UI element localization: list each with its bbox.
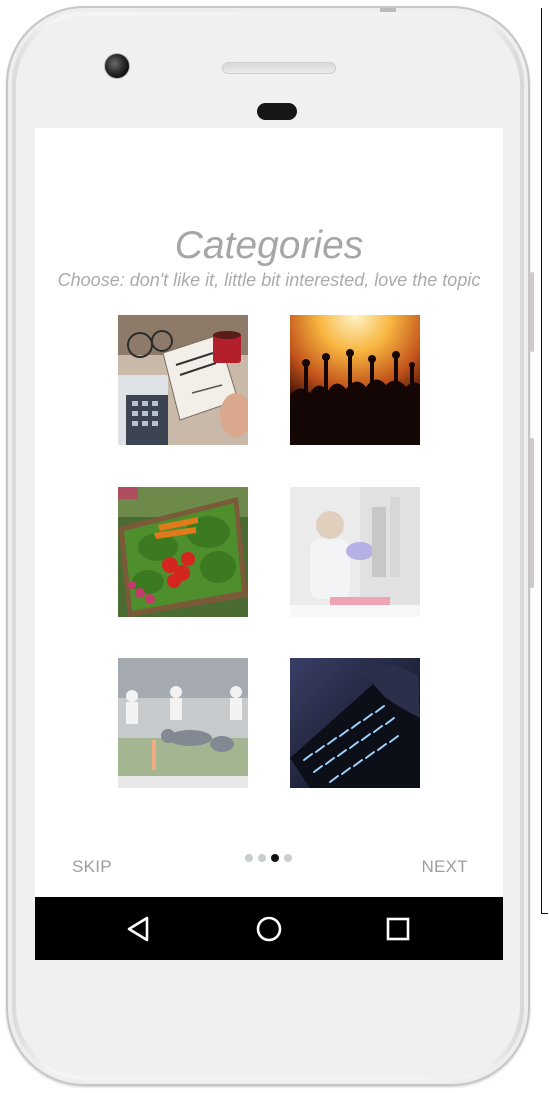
page-dot-4: [284, 854, 292, 862]
page-title: Categories: [174, 224, 364, 267]
top-edge-detail: [380, 8, 396, 12]
vegetables-image: [118, 487, 248, 617]
android-navigation-bar: [35, 897, 503, 960]
category-tile-science[interactable]: [290, 487, 420, 617]
recents-square-icon[interactable]: [382, 913, 414, 945]
page-dot-2: [258, 854, 266, 862]
power-button: [530, 438, 534, 588]
category-tile-concert[interactable]: [290, 315, 420, 445]
home-circle-icon[interactable]: [253, 913, 285, 945]
page-dot-3: [271, 854, 279, 862]
next-button[interactable]: NEXT: [421, 857, 468, 877]
category-tile-sports[interactable]: [118, 658, 248, 788]
page-dot-1: [245, 854, 253, 862]
skip-button[interactable]: SKIP: [72, 857, 112, 877]
app-screen: Categories Choose: don't like it, little…: [35, 128, 503, 960]
back-triangle-icon[interactable]: [123, 913, 155, 945]
earpiece-speaker: [222, 62, 336, 74]
category-tile-business[interactable]: [118, 315, 248, 445]
front-camera: [104, 53, 130, 79]
proximity-sensor: [257, 103, 297, 120]
category-tile-technology[interactable]: [290, 658, 420, 788]
page-subtitle: Choose: don't like it, little bit intere…: [57, 270, 481, 290]
science-lab-image: [290, 487, 420, 617]
business-plan-image: [118, 315, 248, 445]
concert-crowd-image: [290, 315, 420, 445]
volume-button: [530, 272, 534, 352]
football-image: [118, 658, 248, 788]
window-edge: [541, 8, 548, 914]
category-tile-food[interactable]: [118, 487, 248, 617]
keyboard-image: [290, 658, 420, 788]
